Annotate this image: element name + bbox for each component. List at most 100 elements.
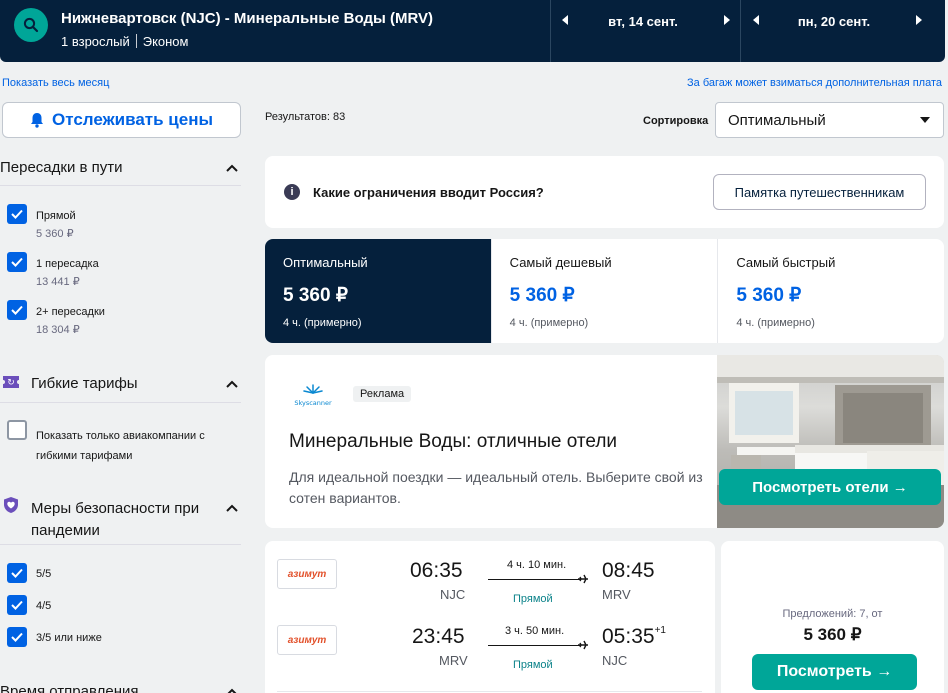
traveller-memo-button[interactable]: Памятка путешественникам bbox=[713, 174, 926, 210]
airline-logo: азимут bbox=[277, 559, 337, 589]
svg-text:↻: ↻ bbox=[7, 378, 15, 388]
arrival-time-wrapper: 05:35+1 bbox=[602, 625, 666, 649]
travel-info-text: Какие ограничения вводит Россия? bbox=[313, 185, 544, 200]
stops-direct-checkbox[interactable] bbox=[7, 204, 27, 224]
sort-value: Оптимальный bbox=[728, 111, 826, 129]
tab-best[interactable]: Оптимальный 5 360 ₽ 4 ч. (примерно) bbox=[265, 239, 492, 343]
trip-details[interactable]: 1 взрослый Эконом bbox=[61, 34, 188, 49]
route-title[interactable]: Нижневартовск (NJC) - Минеральные Воды (… bbox=[61, 10, 433, 27]
tab-price: 5 360 ₽ bbox=[509, 285, 575, 306]
check-icon bbox=[11, 632, 23, 642]
chevron-left-icon[interactable] bbox=[749, 13, 763, 27]
travel-info-card: i Какие ограничения вводит Россия? Памят… bbox=[265, 156, 944, 228]
search-icon bbox=[23, 17, 39, 33]
safety-option-label: 3/5 или ниже bbox=[36, 632, 102, 644]
track-prices-button[interactable]: Отслеживать цены bbox=[2, 102, 241, 138]
chevron-right-icon[interactable] bbox=[720, 13, 734, 27]
divider bbox=[135, 34, 137, 48]
check-icon bbox=[11, 209, 23, 219]
departure-time: 23:45 bbox=[412, 625, 465, 648]
check-icon bbox=[11, 600, 23, 610]
stops-label: Прямой bbox=[513, 659, 553, 671]
plane-icon bbox=[578, 574, 588, 584]
sort-tabs: Оптимальный 5 360 ₽ 4 ч. (примерно) Самы… bbox=[265, 239, 944, 343]
sort-label: Сортировка bbox=[643, 115, 709, 127]
skyscanner-wordmark: Skyscanner bbox=[294, 399, 332, 407]
caret-down-icon bbox=[920, 117, 930, 123]
offers-count: Предложений: 7, от bbox=[782, 608, 883, 620]
chevron-right-icon[interactable] bbox=[912, 13, 926, 27]
tab-name: Оптимальный bbox=[283, 255, 368, 270]
cabin-label: Эконом bbox=[142, 34, 189, 49]
safety-4-checkbox[interactable] bbox=[7, 595, 27, 615]
info-icon: i bbox=[284, 184, 300, 200]
arrival-time: 05:35 bbox=[602, 625, 655, 648]
search-summary-header: Нижневартовск (NJC) - Минеральные Воды (… bbox=[0, 0, 945, 62]
tab-cheapest[interactable]: Самый дешевый 5 360 ₽ 4 ч. (примерно) bbox=[492, 239, 719, 343]
stops-option-label: Прямой bbox=[36, 210, 76, 222]
view-hotels-button[interactable]: Посмотреть отели → bbox=[719, 469, 941, 505]
safety-filter-title[interactable]: Меры безопасности при пандемии bbox=[31, 498, 221, 542]
flight-line bbox=[488, 645, 580, 646]
passengers-label: 1 взрослый bbox=[61, 34, 130, 49]
tab-duration: 4 ч. (примерно) bbox=[283, 317, 362, 329]
check-icon bbox=[11, 257, 23, 267]
stops-one-checkbox[interactable] bbox=[7, 252, 27, 272]
tab-price: 5 360 ₽ bbox=[736, 285, 802, 306]
flight-price: 5 360 ₽ bbox=[803, 625, 862, 644]
plane-icon bbox=[578, 640, 588, 650]
chevron-up-icon[interactable] bbox=[225, 687, 239, 693]
chevron-left-icon[interactable] bbox=[558, 13, 572, 27]
arrival-airport: MRV bbox=[602, 587, 631, 602]
return-date[interactable]: пн, 20 сент. bbox=[774, 14, 894, 29]
safety-option-label: 4/5 bbox=[36, 600, 52, 612]
flex-filter-title[interactable]: Гибкие тарифы bbox=[31, 375, 138, 392]
depart-date[interactable]: вт, 14 сент. bbox=[583, 14, 703, 29]
chevron-up-icon[interactable] bbox=[225, 379, 239, 389]
flight-result-card[interactable]: азимут 06:35 NJC 4 ч. 10 мин. Прямой 08:… bbox=[265, 541, 715, 693]
stops-label: Прямой bbox=[513, 593, 553, 605]
chevron-up-icon[interactable] bbox=[225, 503, 239, 513]
flight-duration: 3 ч. 50 мин. bbox=[505, 625, 565, 637]
tab-duration: 4 ч. (примерно) bbox=[509, 317, 589, 329]
departure-airport: MRV bbox=[439, 653, 468, 668]
search-button[interactable] bbox=[14, 8, 48, 42]
safety-5-checkbox[interactable] bbox=[7, 563, 27, 583]
show-month-link[interactable]: Показать весь месяц bbox=[2, 77, 109, 89]
shield-icon bbox=[4, 497, 18, 513]
stops-option-label: 2+ пересадки bbox=[36, 306, 105, 318]
stops-option-price: 13 441 ₽ bbox=[36, 276, 80, 288]
divider bbox=[740, 0, 741, 62]
sort-select[interactable]: Оптимальный bbox=[715, 102, 944, 138]
departure-airport: NJC bbox=[440, 587, 466, 602]
stops-filter-title[interactable]: Пересадки в пути bbox=[0, 159, 123, 176]
chevron-up-icon[interactable] bbox=[225, 163, 239, 173]
ad-title: Минеральные Воды: отличные отели bbox=[289, 431, 618, 452]
baggage-note-link[interactable]: За багаж может взиматься дополнительная … bbox=[687, 77, 942, 89]
day-offset: +1 bbox=[654, 625, 666, 636]
stops-option-price: 5 360 ₽ bbox=[36, 228, 74, 240]
tab-name: Самый быстрый bbox=[736, 255, 836, 270]
flex-fares-checkbox[interactable] bbox=[7, 420, 27, 440]
stops-two-plus-checkbox[interactable] bbox=[7, 300, 27, 320]
divider bbox=[0, 544, 241, 545]
view-deal-button[interactable]: Посмотреть → bbox=[752, 654, 917, 690]
divider bbox=[0, 185, 241, 186]
ticket-icon: ↻ bbox=[3, 376, 19, 388]
tab-fastest[interactable]: Самый быстрый 5 360 ₽ 4 ч. (примерно) bbox=[718, 239, 944, 343]
arrival-time: 08:45 bbox=[602, 559, 655, 582]
tab-duration: 4 ч. (примерно) bbox=[736, 317, 815, 329]
hotel-ad-card[interactable]: Skyscanner Реклама Минеральные Воды: отл… bbox=[265, 355, 944, 528]
ad-description: Для идеальной поездки — идеальный отель.… bbox=[289, 469, 703, 506]
departure-time-filter-title[interactable]: Время отправления bbox=[0, 683, 139, 693]
airline-logo: азимут bbox=[277, 625, 337, 655]
tab-price: 5 360 ₽ bbox=[283, 285, 348, 306]
track-prices-label: Отслеживать цены bbox=[52, 110, 213, 129]
check-icon bbox=[11, 305, 23, 315]
ad-badge: Реклама bbox=[353, 386, 412, 402]
divider bbox=[0, 402, 241, 403]
safety-3-checkbox[interactable] bbox=[7, 627, 27, 647]
divider bbox=[277, 691, 702, 692]
arrival-airport: NJC bbox=[602, 653, 628, 668]
skyscanner-logo: Skyscanner bbox=[294, 384, 332, 407]
